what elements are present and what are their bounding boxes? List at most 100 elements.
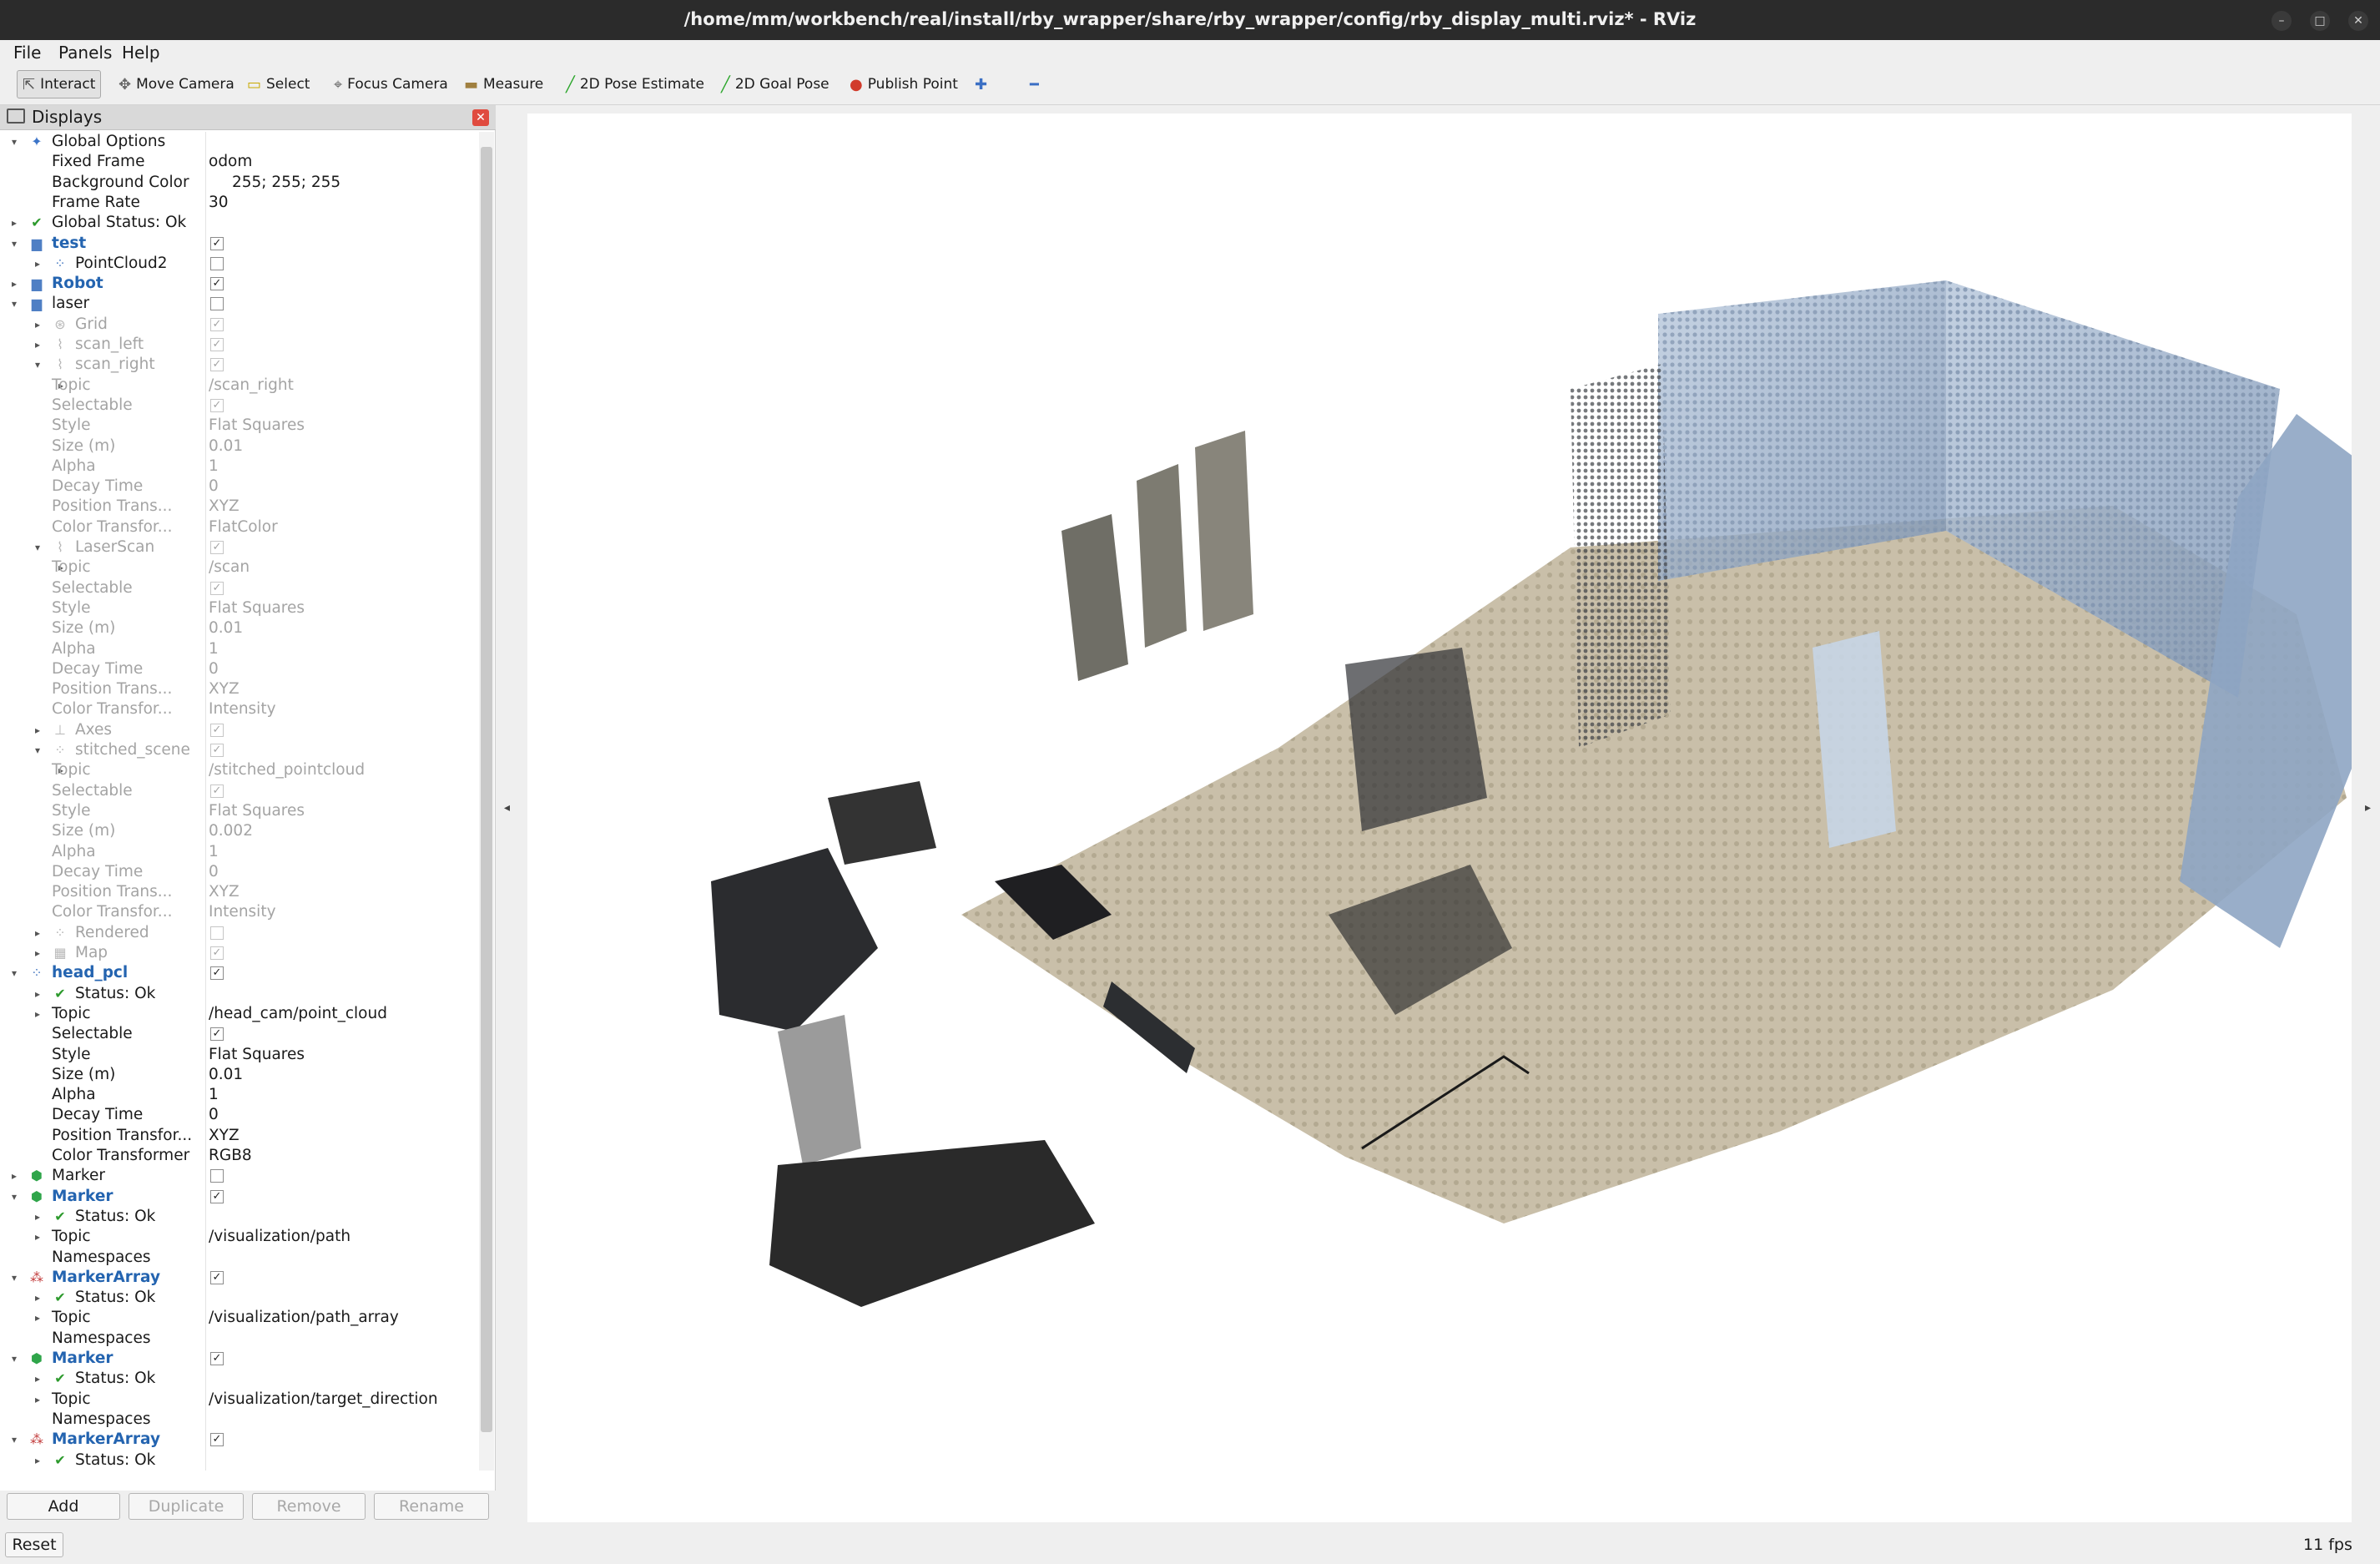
- tree-row[interactable]: ▸ ▆ Robot ✓: [0, 274, 477, 294]
- remove-tool[interactable]: ━: [1025, 70, 1044, 98]
- tree-row[interactable]: Decay Time 0: [0, 1105, 477, 1125]
- expanded-arrow-icon[interactable]: ▾: [8, 1187, 20, 1207]
- checkbox-unchecked[interactable]: [210, 1169, 224, 1183]
- row-value[interactable]: 0: [209, 862, 219, 882]
- checkbox-checked[interactable]: ✓: [210, 784, 224, 798]
- checkbox-checked[interactable]: ✓: [210, 358, 224, 372]
- menu-help[interactable]: Help: [122, 43, 160, 63]
- tree-row[interactable]: ▸ Topic/scan_right: [0, 376, 477, 396]
- menu-file[interactable]: File: [13, 43, 41, 63]
- tree-row[interactable]: Decay Time 0: [0, 659, 477, 679]
- tree-row[interactable]: ▾ ⁘ head_pcl ✓: [0, 963, 477, 983]
- checkbox-unchecked[interactable]: [210, 297, 224, 311]
- tree-row[interactable]: Color Transformer RGB8: [0, 1146, 477, 1166]
- checkbox-checked[interactable]: ✓: [210, 581, 224, 595]
- select-tool[interactable]: ▭ Select: [242, 70, 315, 98]
- row-value[interactable]: XYZ: [209, 1126, 240, 1146]
- expanded-arrow-icon[interactable]: ▾: [32, 355, 43, 375]
- collapsed-arrow-icon[interactable]: ▸: [8, 213, 20, 233]
- row-value[interactable]: Flat Squares: [209, 801, 305, 821]
- tree-row[interactable]: ▸ ⁘ PointCloud2: [0, 254, 477, 274]
- 2d-pose-estimate-tool[interactable]: ╱ 2D Pose Estimate: [561, 70, 709, 98]
- collapsed-arrow-icon[interactable]: ▸: [32, 1288, 43, 1308]
- collapse-right-icon[interactable]: ▸: [2365, 801, 2371, 815]
- tree-row[interactable]: Position Trans... XYZ: [0, 882, 477, 902]
- tree-row[interactable]: Fixed Frame odom: [0, 152, 477, 172]
- row-value[interactable]: XYZ: [209, 679, 240, 699]
- tree-row[interactable]: Decay Time 0: [0, 477, 477, 497]
- row-value[interactable]: 1: [209, 639, 219, 659]
- tree-row[interactable]: ▸ Topic/visualization/target_direction: [0, 1390, 477, 1410]
- tree-row[interactable]: ▸ ⌇ scan_left ✓: [0, 335, 477, 355]
- tree-row[interactable]: Alpha 1: [0, 842, 477, 862]
- collapsed-arrow-icon[interactable]: ▸: [32, 1207, 43, 1227]
- tree-row[interactable]: ▸ Topic/stitched_pointcloud: [0, 760, 477, 780]
- tree-row[interactable]: ▸ ✔ Status: Ok: [0, 1450, 477, 1471]
- add-tool[interactable]: ✚: [970, 70, 992, 98]
- row-value[interactable]: 0.01: [209, 1065, 243, 1085]
- row-value[interactable]: Flat Squares: [209, 598, 305, 618]
- tree-row[interactable]: ▸ ✔ Status: Ok: [0, 1369, 477, 1389]
- tree-row[interactable]: Selectable ✓: [0, 1024, 477, 1044]
- row-value[interactable]: Intensity: [209, 699, 276, 719]
- checkbox-checked[interactable]: ✓: [210, 236, 224, 250]
- tree-row[interactable]: ▸ ▦ Map ✓: [0, 943, 477, 963]
- render-view[interactable]: [527, 114, 2363, 1522]
- collapsed-arrow-icon[interactable]: ▸: [32, 315, 43, 335]
- scrollbar-thumb[interactable]: [481, 147, 492, 1432]
- collapsed-arrow-icon[interactable]: ▸: [32, 943, 43, 963]
- expanded-arrow-icon[interactable]: ▾: [32, 740, 43, 760]
- expanded-arrow-icon[interactable]: ▾: [8, 294, 20, 314]
- checkbox-checked[interactable]: ✓: [210, 541, 224, 554]
- row-value[interactable]: 0: [209, 477, 219, 497]
- row-value[interactable]: 1: [209, 457, 219, 477]
- tree-row[interactable]: Style Flat Squares: [0, 416, 477, 436]
- checkbox-checked[interactable]: ✓: [210, 966, 224, 981]
- reset-button[interactable]: Reset: [5, 1532, 63, 1557]
- publish-point-tool[interactable]: ● Publish Point: [845, 70, 963, 98]
- expanded-arrow-icon[interactable]: ▾: [8, 1268, 20, 1288]
- expanded-arrow-icon[interactable]: ▾: [8, 234, 20, 254]
- collapsed-arrow-icon[interactable]: ▸: [32, 1390, 43, 1410]
- tree-row[interactable]: Alpha 1: [0, 639, 477, 659]
- row-value[interactable]: Intensity: [209, 902, 276, 922]
- tree-row[interactable]: Position Transfor... XYZ: [0, 1126, 477, 1146]
- tree-row[interactable]: ▸ ✔ Status: Ok: [0, 1288, 477, 1308]
- tree-row[interactable]: Namespaces: [0, 1248, 477, 1268]
- collapsed-arrow-icon[interactable]: ▸: [32, 335, 43, 355]
- tree-row[interactable]: Namespaces: [0, 1410, 477, 1430]
- collapsed-arrow-icon[interactable]: ▸: [32, 1227, 43, 1247]
- row-value[interactable]: FlatColor: [209, 517, 278, 537]
- row-value[interactable]: /head_cam/point_cloud: [209, 1004, 387, 1024]
- row-value[interactable]: 0.01: [209, 618, 243, 638]
- tree-row[interactable]: Background Color 255; 255; 255: [0, 173, 477, 193]
- row-value[interactable]: 0.01: [209, 436, 243, 457]
- tree-row[interactable]: ▾ ▆ laser: [0, 294, 477, 314]
- collapsed-arrow-icon[interactable]: ▸: [32, 984, 43, 1004]
- tree-row[interactable]: ▸ ✔ Status: Ok: [0, 984, 477, 1004]
- minimize-icon[interactable]: –: [2272, 11, 2292, 31]
- expanded-arrow-icon[interactable]: ▾: [8, 132, 20, 152]
- row-value[interactable]: XYZ: [209, 882, 240, 902]
- row-value[interactable]: XYZ: [209, 497, 240, 517]
- row-value[interactable]: /visualization/path: [209, 1227, 350, 1247]
- tree-row[interactable]: ▾ ⁂ MarkerArray ✓: [0, 1268, 477, 1288]
- tree-row[interactable]: Position Trans... XYZ: [0, 679, 477, 699]
- tree-row[interactable]: ▾ ⁂ MarkerArray ✓: [0, 1430, 477, 1450]
- focus-camera-tool[interactable]: ⌖ Focus Camera: [329, 70, 453, 98]
- tree-row[interactable]: ▾ ✦ Global Options: [0, 132, 477, 152]
- tree-row[interactable]: Alpha 1: [0, 1085, 477, 1105]
- tree-row[interactable]: Namespaces: [0, 1329, 477, 1349]
- tree-row[interactable]: ▸ Topic/visualization/path_array: [0, 1308, 477, 1328]
- tree-row[interactable]: ▾ ⬢ Marker ✓: [0, 1187, 477, 1207]
- tree-row[interactable]: Decay Time 0: [0, 862, 477, 882]
- menu-panels[interactable]: Panels: [58, 43, 112, 63]
- displays-scrollbar[interactable]: [479, 132, 494, 1471]
- expanded-arrow-icon[interactable]: ▾: [8, 963, 20, 983]
- checkbox-checked[interactable]: ✓: [210, 338, 224, 351]
- checkbox-checked[interactable]: ✓: [210, 946, 224, 960]
- collapsed-arrow-icon[interactable]: ▸: [32, 1004, 43, 1024]
- row-value[interactable]: 0: [209, 1105, 219, 1125]
- tree-row[interactable]: ▾ ⁘ stitched_scene ✓: [0, 740, 477, 760]
- checkbox-checked[interactable]: ✓: [210, 1433, 224, 1447]
